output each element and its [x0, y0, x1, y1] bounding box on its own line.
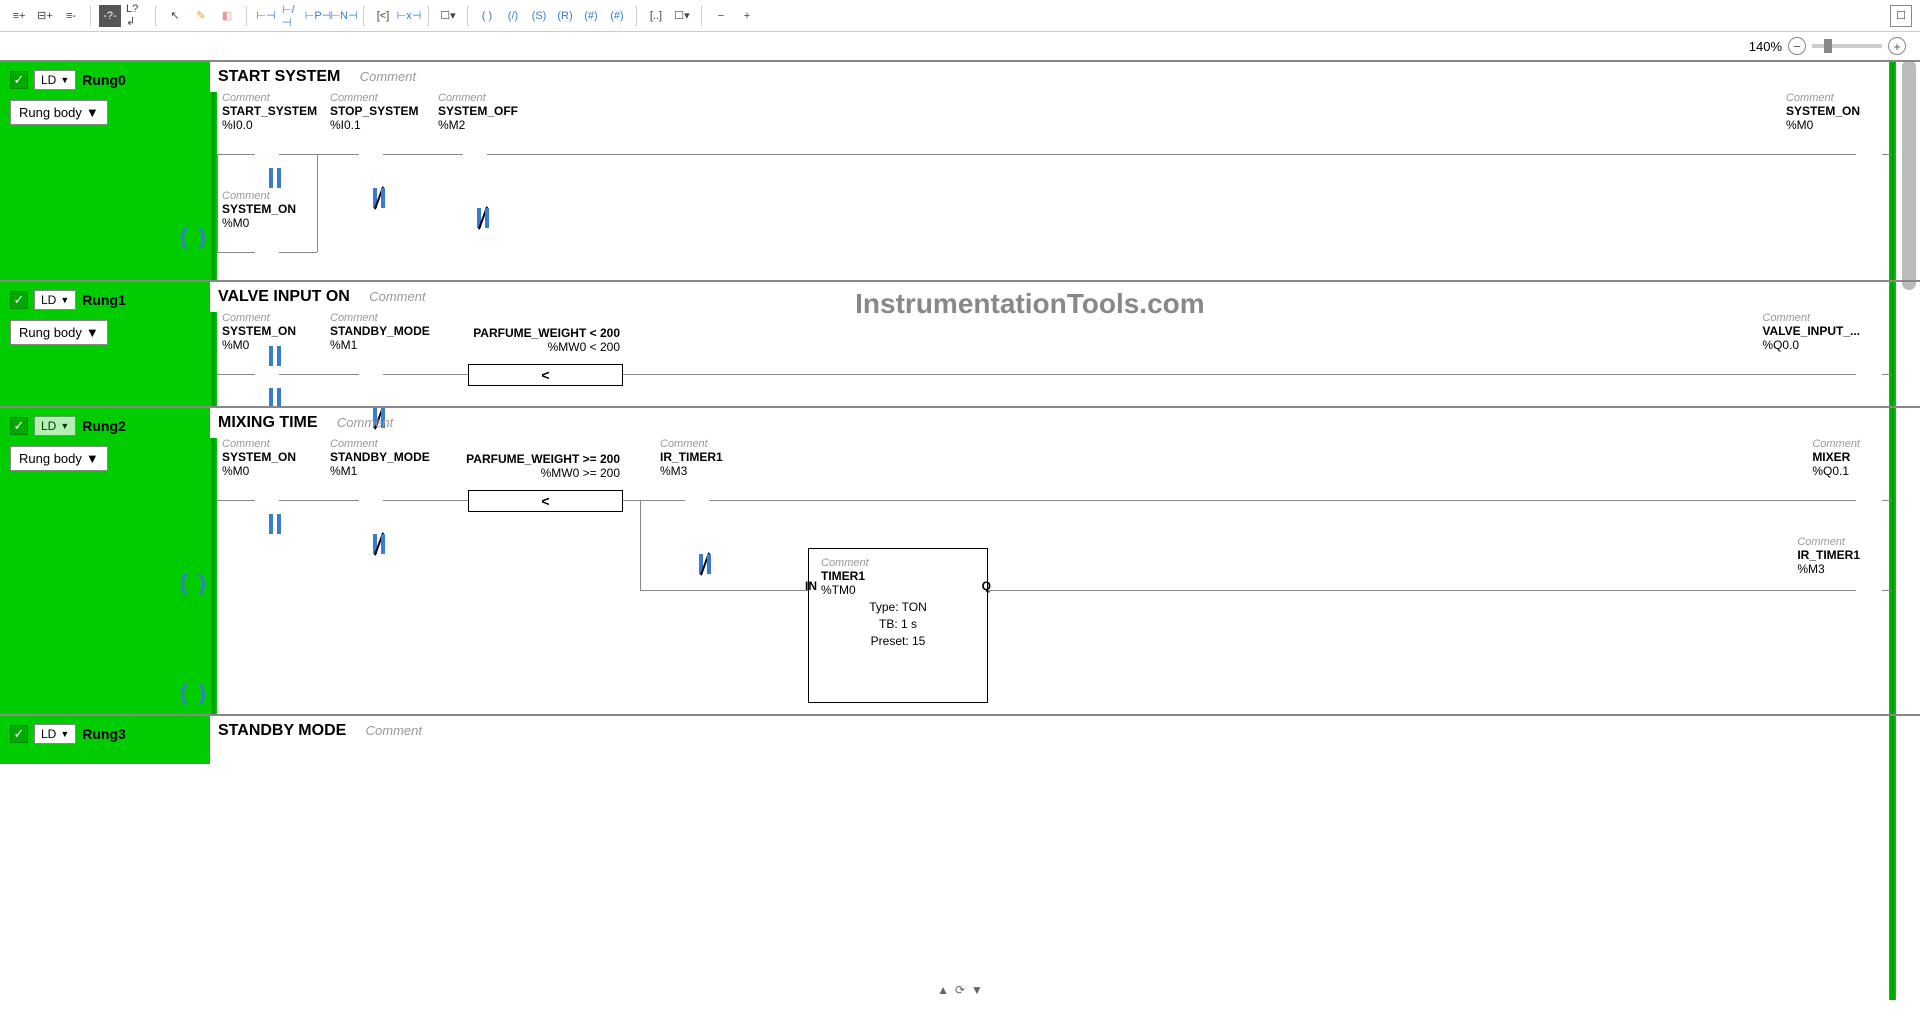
rung-body-select[interactable]: Rung body▼ — [10, 100, 108, 125]
bottom-collapse-bar[interactable]: ▲ ⟳ ▼ — [0, 980, 1920, 1000]
collapse-up-icon[interactable]: ▲ — [937, 983, 949, 997]
tb-coil-hash-icon[interactable]: (#) — [580, 5, 602, 27]
contact-nc-icon[interactable] — [367, 188, 391, 208]
tb-erase-icon[interactable]: ◧ — [216, 5, 238, 27]
zoom-in-button[interactable]: + — [1888, 37, 1906, 55]
coil-icon[interactable] — [180, 228, 206, 248]
contact-no-icon[interactable] — [263, 168, 287, 188]
rung-name: Rung2 — [82, 418, 126, 434]
rung-name: Rung0 — [82, 72, 126, 88]
zoom-out-button[interactable]: − — [1788, 37, 1806, 55]
ladder-editor: InstrumentationTools.com ✓ LD▼ Rung0 Run… — [0, 60, 1920, 1000]
tb-block-icon[interactable]: ☐▾ — [437, 5, 459, 27]
coil-icon[interactable] — [180, 684, 206, 704]
rung-title-comment: Comment — [337, 415, 393, 430]
tb-pointer-icon[interactable]: ↖ — [164, 5, 186, 27]
rung-title: STANDBY MODE — [218, 722, 346, 740]
zoom-slider[interactable] — [1812, 44, 1882, 48]
contact-no-icon[interactable] — [263, 388, 287, 408]
rung-content[interactable]: MIXING TIME Comment Comment SYSTEM_ON %M… — [210, 408, 1920, 714]
rung-title-comment: Comment — [366, 723, 422, 738]
compare-block[interactable]: < — [468, 490, 623, 512]
tb-contact-n-icon[interactable]: ⊢N⊣ — [333, 5, 355, 27]
tb-label-icon[interactable]: L?↲ — [125, 5, 147, 27]
rung-1: ✓ LD▼ Rung1 Rung body▼ VALVE INPUT ON Co… — [0, 280, 1920, 406]
coil-icon[interactable] — [180, 574, 206, 594]
check-icon: ✓ — [10, 725, 28, 743]
collapse-down-icon[interactable]: ▼ — [971, 983, 983, 997]
tb-maximize-icon[interactable]: ☐ — [1890, 5, 1912, 27]
rung-title-comment: Comment — [360, 69, 416, 84]
refresh-icon[interactable]: ⟳ — [955, 983, 965, 997]
rung-content[interactable]: VALVE INPUT ON Comment Comment SYSTEM_ON… — [210, 282, 1920, 406]
check-icon: ✓ — [10, 71, 28, 89]
rung-3: ✓ LD▼ Rung3 STANDBY MODE Comment — [0, 714, 1920, 764]
toolbar: ≡+ ⊟+ ≡- -?- L?↲ ↖ ✎ ◧ ⊢⊣ ⊢/⊣ ⊢P⊣ ⊢N⊣ [<… — [0, 0, 1920, 32]
tb-compare-icon[interactable]: [<] — [372, 5, 394, 27]
rung-content[interactable]: STANDBY MODE Comment — [210, 716, 1920, 764]
contact-no-icon[interactable] — [263, 514, 287, 534]
tb-contact-p-icon[interactable]: ⊢P⊣ — [307, 5, 329, 27]
tb-xic-icon[interactable]: ⊢x⊣ — [398, 5, 420, 27]
rung-body-select[interactable]: Rung body▼ — [10, 320, 108, 345]
timer-block[interactable]: IN Q Comment TIMER1 %TM0 Type: TON TB: 1… — [808, 548, 988, 703]
tb-insert-rung-icon[interactable]: ≡+ — [8, 5, 30, 27]
tb-comment-icon[interactable]: -?- — [99, 5, 121, 27]
tb-draw-icon[interactable]: ✎ — [190, 5, 212, 27]
rung-2: ✓ LD▼ Rung2 Rung body▼ MIXING TIME Comme… — [0, 406, 1920, 714]
tb-func-icon[interactable]: ☐▾ — [671, 5, 693, 27]
language-select[interactable]: LD▼ — [34, 416, 76, 436]
tb-delete-icon[interactable]: ≡- — [60, 5, 82, 27]
rung-title: VALVE INPUT ON — [218, 288, 350, 306]
tb-insert-branch-icon[interactable]: ⊟+ — [34, 5, 56, 27]
rung-name: Rung3 — [82, 726, 126, 742]
tb-coil-set-icon[interactable]: (S) — [528, 5, 550, 27]
rung-title: START SYSTEM — [218, 68, 340, 86]
zoom-bar: 140% − + — [0, 32, 1920, 60]
rung-sidebar: ✓ LD▼ Rung0 Rung body▼ — [0, 62, 210, 280]
tb-coil-reset-icon[interactable]: (R) — [554, 5, 576, 27]
tb-minus-icon[interactable]: − — [710, 5, 732, 27]
rung-sidebar: ✓ LD▼ Rung2 Rung body▼ — [0, 408, 210, 714]
compare-block[interactable]: < — [468, 364, 623, 386]
zoom-percent: 140% — [1749, 39, 1782, 54]
contact-nc-icon[interactable] — [471, 208, 495, 228]
contact-nc-icon[interactable] — [693, 554, 717, 574]
language-select[interactable]: LD▼ — [34, 290, 76, 310]
rung-content[interactable]: START SYSTEM Comment Comment START_SYSTE… — [210, 62, 1920, 280]
rung-0: ✓ LD▼ Rung0 Rung body▼ START SYSTEM Comm… — [0, 60, 1920, 280]
tb-operate-icon[interactable]: [..] — [645, 5, 667, 27]
rung-sidebar: ✓ LD▼ Rung1 Rung body▼ — [0, 282, 210, 406]
language-select[interactable]: LD▼ — [34, 724, 76, 744]
rung-body-select[interactable]: Rung body▼ — [10, 446, 108, 471]
check-icon: ✓ — [10, 417, 28, 435]
language-select[interactable]: LD▼ — [34, 70, 76, 90]
rung-sidebar: ✓ LD▼ Rung3 — [0, 716, 210, 764]
rung-title: MIXING TIME — [218, 414, 318, 432]
tb-contact-nc-icon[interactable]: ⊢/⊣ — [281, 5, 303, 27]
rung-name: Rung1 — [82, 292, 126, 308]
tb-coil-icon[interactable]: ( ) — [476, 5, 498, 27]
tb-coil-hash2-icon[interactable]: (#) — [606, 5, 628, 27]
tb-coil-neg-icon[interactable]: (/) — [502, 5, 524, 27]
tb-plus-icon[interactable]: + — [736, 5, 758, 27]
tb-contact-no-icon[interactable]: ⊢⊣ — [255, 5, 277, 27]
rung-title-comment: Comment — [369, 289, 425, 304]
check-icon: ✓ — [10, 291, 28, 309]
contact-nc-icon[interactable] — [367, 534, 391, 554]
